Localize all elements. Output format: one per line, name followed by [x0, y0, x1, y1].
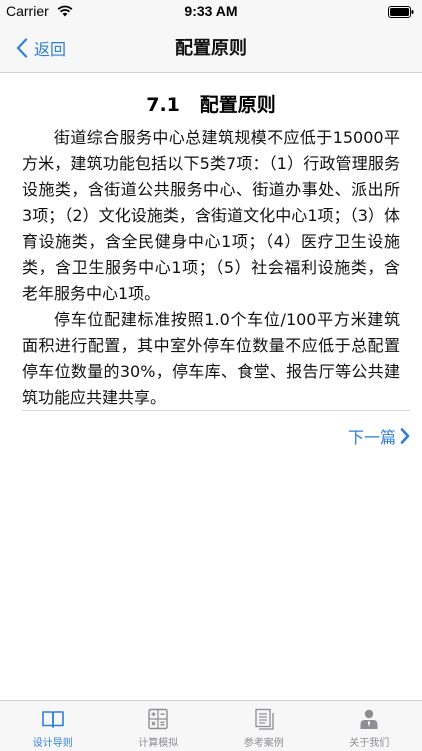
- battery-icon: [388, 6, 414, 18]
- calculator-icon: [146, 707, 170, 731]
- tab-design-guide[interactable]: 设计导则: [0, 701, 106, 751]
- article-body: 街道综合服务中心总建筑规模不应低于15000平方米，建筑功能包括以下5类7项：（…: [22, 125, 400, 411]
- tab-bar: 设计导则 计算模拟 参考案例: [0, 700, 422, 751]
- navigation-bar: 返回 配置原则: [0, 24, 422, 72]
- tab-reference-cases[interactable]: 参考案例: [211, 701, 317, 751]
- article-paragraph: 停车位配建标准按照1.0个车位/100平方米建筑面积进行配置，其中室外停车位数量…: [22, 307, 400, 411]
- person-icon: [357, 707, 381, 731]
- header: Carrier 9:33 AM 返回 配置原则: [0, 0, 422, 73]
- article-paragraph: 街道综合服务中心总建筑规模不应低于15000平方米，建筑功能包括以下5类7项：（…: [22, 125, 400, 307]
- next-article-label: 下一篇: [348, 424, 396, 448]
- book-icon: [41, 707, 65, 731]
- tab-label: 关于我们: [317, 734, 422, 749]
- divider: [22, 410, 410, 411]
- tab-about-us[interactable]: 关于我们: [317, 701, 422, 751]
- tab-label: 参考案例: [211, 734, 317, 749]
- next-article-link[interactable]: 下一篇: [348, 424, 410, 448]
- tab-calculation[interactable]: 计算模拟: [106, 701, 212, 751]
- tab-label: 计算模拟: [106, 734, 212, 749]
- status-time: 9:33 AM: [0, 3, 422, 19]
- tab-label: 设计导则: [0, 734, 106, 749]
- article-heading: 7.1 配置原则: [22, 90, 400, 117]
- page-title: 配置原则: [0, 34, 422, 60]
- article: 7.1 配置原则 街道综合服务中心总建筑规模不应低于15000平方米，建筑功能包…: [22, 90, 400, 411]
- document-icon: [252, 707, 276, 731]
- status-bar: Carrier 9:33 AM: [0, 0, 422, 24]
- chevron-right-icon: [400, 428, 410, 444]
